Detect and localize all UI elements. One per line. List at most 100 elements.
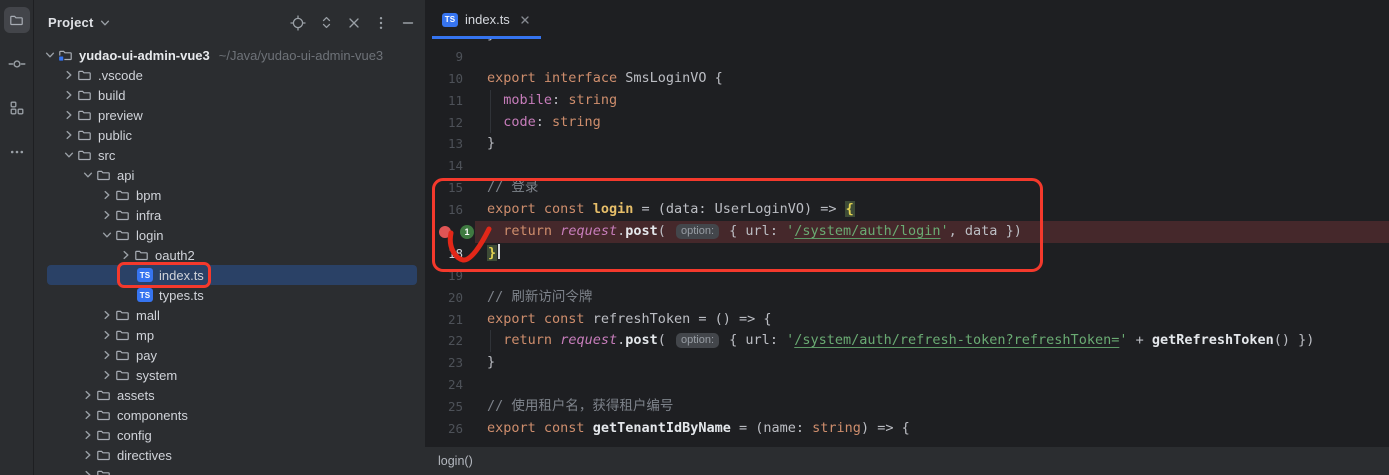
- chevron-right-icon[interactable]: [80, 468, 96, 475]
- gutter-line-19[interactable]: 19: [425, 265, 475, 287]
- project-tool-button[interactable]: [4, 7, 30, 33]
- chevron-right-icon[interactable]: [61, 68, 77, 82]
- chevron-right-icon[interactable]: [61, 108, 77, 122]
- code-text-11[interactable]: mobile: string: [475, 90, 1389, 112]
- breakpoint-icon[interactable]: [439, 226, 451, 238]
- gutter-line-24[interactable]: 24: [425, 374, 475, 396]
- code-text-26[interactable]: export const getTenantIdByName = (name: …: [475, 418, 1389, 440]
- tree-item-assets[interactable]: assets: [34, 385, 425, 405]
- chevron-right-icon[interactable]: [61, 128, 77, 142]
- gutter-line-13[interactable]: 13: [425, 133, 475, 155]
- tree-item-login[interactable]: login: [34, 225, 425, 245]
- chevron-down-icon[interactable]: [80, 168, 96, 182]
- gutter-line-23[interactable]: 23: [425, 352, 475, 374]
- tree-item-partial[interactable]: [34, 465, 425, 475]
- code-text-21[interactable]: export const refreshToken = () => {: [475, 309, 1389, 331]
- more-tools-button[interactable]: [4, 139, 30, 165]
- code-text-20[interactable]: // 刷新访问令牌: [475, 287, 1389, 309]
- tree-item-system[interactable]: system: [34, 365, 425, 385]
- commit-tool-button[interactable]: [4, 51, 30, 77]
- gutter-badge-icon[interactable]: 1: [460, 225, 474, 239]
- tree-item-public[interactable]: public: [34, 125, 425, 145]
- chevron-right-icon[interactable]: [99, 368, 115, 382]
- gutter-line-8[interactable]: 8: [425, 39, 475, 46]
- gutter-line-11[interactable]: 11: [425, 90, 475, 112]
- code-text-25[interactable]: // 使用租户名，获得租户编号: [475, 396, 1389, 418]
- code-editor[interactable]: 8}910export interface SmsLoginVO {11 mob…: [425, 39, 1389, 446]
- breadcrumb-scope[interactable]: login(): [438, 454, 473, 468]
- collapse-all-button[interactable]: [347, 16, 361, 30]
- hide-panel-button[interactable]: [401, 16, 415, 30]
- inlay-hint-option[interactable]: option:: [676, 224, 719, 239]
- code-text-19[interactable]: [475, 265, 1389, 287]
- chevron-right-icon[interactable]: [80, 408, 96, 422]
- code-text-17[interactable]: return request.post( option: { url: '/sy…: [475, 221, 1389, 243]
- breadcrumb-bar[interactable]: login(): [425, 446, 1389, 475]
- code-text-10[interactable]: export interface SmsLoginVO {: [475, 68, 1389, 90]
- gutter-line-17[interactable]: 1: [425, 221, 475, 243]
- chevron-right-icon[interactable]: [99, 188, 115, 202]
- gutter-line-14[interactable]: 14: [425, 155, 475, 177]
- tree-item-infra[interactable]: infra: [34, 205, 425, 225]
- code-text-16[interactable]: export const login = (data: UserLoginVO)…: [475, 199, 1389, 221]
- tree-item-mall[interactable]: mall: [34, 305, 425, 325]
- tree-item--vscode[interactable]: .vscode: [34, 65, 425, 85]
- code-text-22[interactable]: return request.post( option: { url: '/sy…: [475, 330, 1389, 352]
- tree-item-config[interactable]: config: [34, 425, 425, 445]
- code-text-15[interactable]: // 登录: [475, 177, 1389, 199]
- panel-options-button[interactable]: [374, 15, 388, 31]
- code-text-8[interactable]: }: [475, 39, 1389, 46]
- chevron-down-icon[interactable]: [42, 48, 58, 62]
- chevron-down-icon[interactable]: [98, 16, 112, 30]
- tree-item-build[interactable]: build: [34, 85, 425, 105]
- tree-item-components[interactable]: components: [34, 405, 425, 425]
- chevron-right-icon[interactable]: [99, 308, 115, 322]
- chevron-right-icon[interactable]: [99, 328, 115, 342]
- code-text-13[interactable]: }: [475, 133, 1389, 155]
- gutter-line-21[interactable]: 21: [425, 309, 475, 331]
- chevron-right-icon[interactable]: [99, 208, 115, 222]
- inlay-hint-option[interactable]: option:: [676, 333, 719, 348]
- chevron-down-icon[interactable]: [99, 228, 115, 242]
- gutter-line-26[interactable]: 26: [425, 418, 475, 440]
- gutter-line-15[interactable]: 15: [425, 177, 475, 199]
- chevron-right-icon[interactable]: [80, 448, 96, 462]
- tree-item-index-ts[interactable]: TSindex.ts: [34, 265, 425, 285]
- gutter-line-22[interactable]: 22: [425, 330, 475, 352]
- gutter-line-25[interactable]: 25: [425, 396, 475, 418]
- tree-item-yudao-ui-admin-vue3[interactable]: yudao-ui-admin-vue3~/Java/yudao-ui-admin…: [34, 45, 425, 65]
- tree-item-mp[interactable]: mp: [34, 325, 425, 345]
- gutter-line-12[interactable]: 12: [425, 112, 475, 134]
- code-text-9[interactable]: [475, 46, 1389, 68]
- structure-tool-button[interactable]: [4, 95, 30, 121]
- close-tab-icon[interactable]: [519, 14, 531, 26]
- chevron-right-icon[interactable]: [118, 248, 134, 262]
- tree-item-directives[interactable]: directives: [34, 445, 425, 465]
- tree-item-types-ts[interactable]: TStypes.ts: [34, 285, 425, 305]
- tab-index-ts[interactable]: TS index.ts: [432, 0, 541, 39]
- chevron-right-icon[interactable]: [80, 428, 96, 442]
- tree-item-bpm[interactable]: bpm: [34, 185, 425, 205]
- tree-item-src[interactable]: src: [34, 145, 425, 165]
- chevron-right-icon[interactable]: [99, 348, 115, 362]
- chevron-right-icon[interactable]: [80, 388, 96, 402]
- folder-icon: [77, 68, 92, 82]
- tree-item-pay[interactable]: pay: [34, 345, 425, 365]
- gutter-line-9[interactable]: 9: [425, 46, 475, 68]
- gutter-line-10[interactable]: 10: [425, 68, 475, 90]
- code-text-24[interactable]: [475, 374, 1389, 396]
- chevron-right-icon[interactable]: [61, 88, 77, 102]
- code-text-18[interactable]: }: [475, 243, 1389, 265]
- code-text-12[interactable]: code: string: [475, 112, 1389, 134]
- tree-item-oauth2[interactable]: oauth2: [34, 245, 425, 265]
- code-text-23[interactable]: }: [475, 352, 1389, 374]
- code-text-14[interactable]: [475, 155, 1389, 177]
- tree-item-preview[interactable]: preview: [34, 105, 425, 125]
- expand-all-button[interactable]: [319, 15, 334, 30]
- tree-item-api[interactable]: api: [34, 165, 425, 185]
- gutter-line-18[interactable]: 18: [425, 243, 475, 265]
- chevron-down-icon[interactable]: [61, 148, 77, 162]
- gutter-line-20[interactable]: 20: [425, 287, 475, 309]
- gutter-line-16[interactable]: 16: [425, 199, 475, 221]
- select-opened-file-button[interactable]: [290, 15, 306, 31]
